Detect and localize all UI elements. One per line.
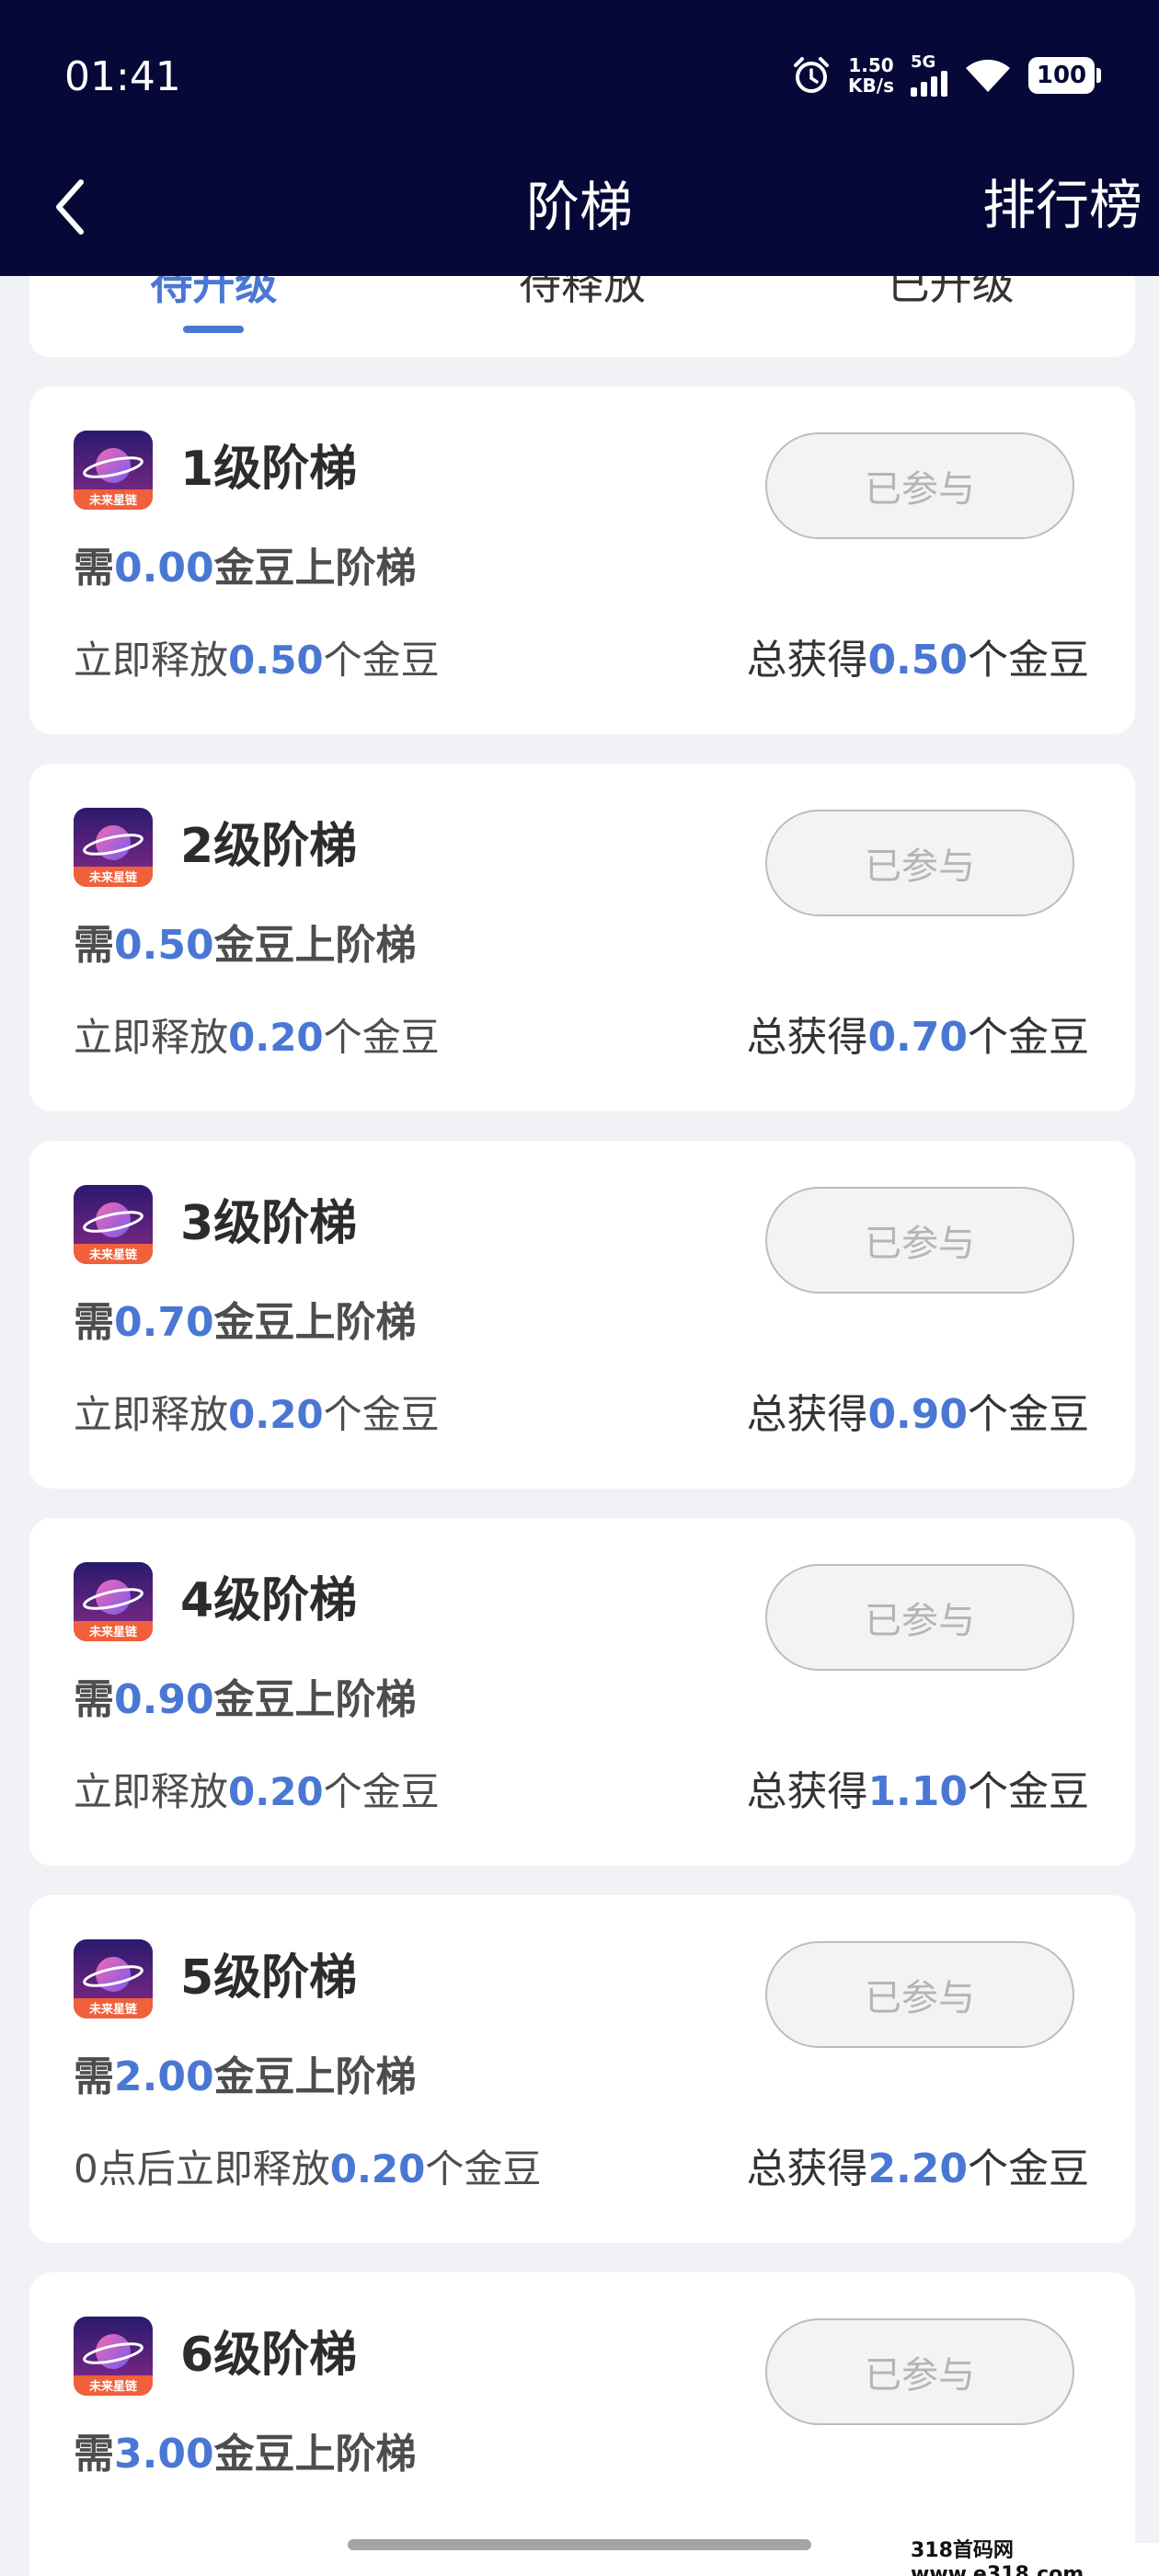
total-value: 2.20 bbox=[867, 2145, 968, 2192]
release-text: 0点后立即释放0.20个金豆 bbox=[74, 2146, 542, 2191]
ladder-card: 未来星链 4级阶梯 已参与 需0.90金豆上阶梯 立即释放0.20个金豆 总获得… bbox=[29, 1518, 1135, 1866]
total-text: 总获得2.20个金豆 bbox=[746, 2145, 1089, 2192]
total-text: 总获得0.90个金豆 bbox=[746, 1391, 1089, 1438]
total-text: 总获得1.10个金豆 bbox=[746, 1768, 1089, 1815]
requirement-text: 需0.70金豆上阶梯 bbox=[74, 1299, 417, 1346]
release-text: 立即释放0.20个金豆 bbox=[74, 1392, 440, 1437]
home-indicator[interactable] bbox=[348, 2539, 811, 2550]
release-value: 0.20 bbox=[228, 1769, 324, 1814]
watermark: 318首码网 www.e318.com bbox=[911, 2539, 1159, 2576]
ladder-card: 未来星链 5级阶梯 已参与 需2.00金豆上阶梯 0点后立即释放0.20个金豆 … bbox=[29, 1895, 1135, 2243]
ladder-card: 未来星链 3级阶梯 已参与 需0.70金豆上阶梯 立即释放0.20个金豆 总获得… bbox=[29, 1141, 1135, 1489]
release-value: 0.20 bbox=[329, 2146, 426, 2191]
alarm-icon bbox=[794, 57, 830, 93]
svg-text:未来星链: 未来星链 bbox=[88, 1248, 138, 1262]
status-time: 01:41 bbox=[64, 53, 181, 100]
ladder-title: 2级阶梯 bbox=[180, 819, 358, 874]
release-value: 0.20 bbox=[228, 1015, 324, 1060]
svg-text:未来星链: 未来星链 bbox=[88, 1625, 138, 1639]
total-value: 0.50 bbox=[867, 637, 968, 684]
wifi-icon bbox=[966, 59, 1010, 92]
cellular-status: 5G bbox=[911, 54, 947, 97]
svg-text:未来星链: 未来星链 bbox=[88, 2379, 138, 2394]
joined-button[interactable]: 已参与 bbox=[765, 432, 1074, 539]
release-value: 0.50 bbox=[228, 638, 324, 683]
planet-logo-icon: 未来星链 bbox=[74, 1562, 153, 1641]
requirement-text: 需0.50金豆上阶梯 bbox=[74, 922, 417, 969]
release-text: 立即释放0.20个金豆 bbox=[74, 1769, 440, 1814]
release-text: 立即释放0.20个金豆 bbox=[74, 1015, 440, 1060]
ladder-card: 未来星链 2级阶梯 已参与 需0.50金豆上阶梯 立即释放0.20个金豆 总获得… bbox=[29, 764, 1135, 1111]
requirement-value: 0.00 bbox=[114, 545, 214, 592]
joined-button[interactable]: 已参与 bbox=[765, 1187, 1074, 1294]
requirement-value: 3.00 bbox=[114, 2431, 214, 2478]
joined-button[interactable]: 已参与 bbox=[765, 810, 1074, 916]
ladder-title: 1级阶梯 bbox=[180, 442, 358, 497]
signal-icon bbox=[911, 71, 947, 97]
requirement-text: 需0.00金豆上阶梯 bbox=[74, 545, 417, 592]
app-header: 01:41 1.50 KB/s 5G 100 阶梯 排行榜 bbox=[0, 0, 1159, 276]
requirement-value: 2.00 bbox=[114, 2053, 214, 2100]
ladder-card: 未来星链 1级阶梯 已参与 需0.00金豆上阶梯 立即释放0.50个金豆 总获得… bbox=[29, 386, 1135, 734]
requirement-text: 需0.90金豆上阶梯 bbox=[74, 1676, 417, 1723]
joined-button[interactable]: 已参与 bbox=[765, 1564, 1074, 1671]
total-text: 总获得0.50个金豆 bbox=[746, 637, 1089, 684]
requirement-value: 0.50 bbox=[114, 922, 214, 969]
svg-text:未来星链: 未来星链 bbox=[88, 493, 138, 508]
requirement-text: 需2.00金豆上阶梯 bbox=[74, 2053, 417, 2100]
joined-button[interactable]: 已参与 bbox=[765, 2318, 1074, 2425]
ladder-title: 5级阶梯 bbox=[180, 1950, 358, 2006]
ranking-link[interactable]: 排行榜 bbox=[982, 173, 1142, 237]
active-tab-indicator bbox=[183, 326, 245, 333]
planet-logo-icon: 未来星链 bbox=[74, 431, 153, 510]
total-text: 总获得0.70个金豆 bbox=[746, 1014, 1089, 1061]
svg-text:未来星链: 未来星链 bbox=[88, 2002, 138, 2017]
planet-logo-icon: 未来星链 bbox=[74, 1185, 153, 1264]
ladder-title: 6级阶梯 bbox=[180, 2328, 358, 2383]
speed-value: 1.50 bbox=[848, 54, 894, 76]
release-value: 0.20 bbox=[228, 1392, 324, 1437]
joined-button[interactable]: 已参与 bbox=[765, 1941, 1074, 2048]
total-value: 1.10 bbox=[867, 1768, 968, 1815]
network-type: 5G bbox=[911, 52, 936, 72]
release-text: 立即释放0.50个金豆 bbox=[74, 638, 440, 683]
requirement-value: 0.70 bbox=[114, 1299, 214, 1346]
battery-icon: 100 bbox=[1028, 57, 1101, 94]
requirement-value: 0.90 bbox=[114, 1676, 214, 1723]
svg-text:未来星链: 未来星链 bbox=[88, 870, 138, 885]
planet-logo-icon: 未来星链 bbox=[74, 2317, 153, 2396]
ladder-card: 未来星链 6级阶梯 已参与 需3.00金豆上阶梯 bbox=[29, 2272, 1135, 2576]
total-value: 0.90 bbox=[867, 1391, 968, 1438]
ladder-list: 未来星链 1级阶梯 已参与 需0.00金豆上阶梯 立即释放0.50个金豆 总获得… bbox=[29, 386, 1135, 2576]
speed-unit: KB/s bbox=[848, 75, 894, 97]
planet-logo-icon: 未来星链 bbox=[74, 808, 153, 887]
total-value: 0.70 bbox=[867, 1014, 968, 1061]
planet-logo-icon: 未来星链 bbox=[74, 1939, 153, 2018]
ladder-title: 3级阶梯 bbox=[180, 1196, 358, 1251]
battery-level: 100 bbox=[1036, 62, 1087, 89]
network-speed: 1.50 KB/s bbox=[848, 55, 894, 96]
status-icons: 1.50 KB/s 5G 100 bbox=[791, 52, 1101, 99]
requirement-text: 需3.00金豆上阶梯 bbox=[74, 2431, 417, 2478]
ladder-title: 4级阶梯 bbox=[180, 1573, 358, 1628]
